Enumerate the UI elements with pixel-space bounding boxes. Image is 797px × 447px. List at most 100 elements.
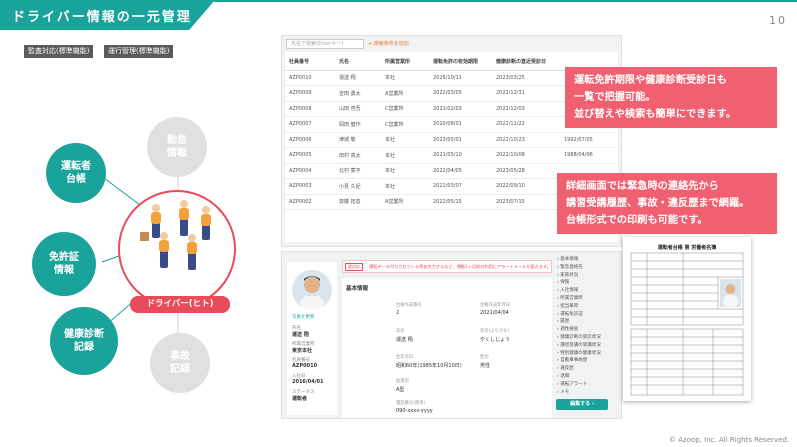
field-value-kana: やくしじょう xyxy=(480,337,511,343)
field-label-blood: 血液型 xyxy=(396,379,409,384)
tip-detail-line-1: 詳細画面では緊急時の連絡先から xyxy=(566,181,719,192)
table-cell: 1988/04/06 xyxy=(560,147,600,164)
side-menu-item[interactable]: › 適性検査 xyxy=(557,326,619,334)
field-label-phone: 電話番号(携帯) xyxy=(396,401,426,406)
basic-info-section: 基本情報 台帳作成番号 2 台帳作成年月日 2021/04/04 氏名 運送 翔… xyxy=(342,278,552,418)
side-menu-item[interactable]: › 入社情報 xyxy=(557,287,619,295)
edit-button[interactable]: 編集する › xyxy=(556,399,608,410)
table-cell: 2022/10/23 xyxy=(492,132,560,148)
side-menu-item[interactable]: › 緊急連絡先 xyxy=(557,264,619,272)
node-accident-label: 事故 記録 xyxy=(170,351,190,375)
node-attendance-label: 勤怠 情報 xyxy=(167,135,187,159)
table-row[interactable]: AZP0006 津城 敬本社 2023/05/01 2022/10/23 1992/07… xyxy=(285,132,618,148)
workers-illustration xyxy=(140,200,211,270)
table-row[interactable]: AZP0005 田村 真太 本社 2021/05/10 2022/10/08 1988/0… xyxy=(285,147,618,164)
node-license-label: 免許証 情報 xyxy=(49,252,79,276)
side-menu-item[interactable]: › 担当車両 xyxy=(557,303,619,311)
node-health-check-label: 健康診断 記録 xyxy=(64,329,104,353)
table-cell: 本社 xyxy=(381,163,429,179)
table-cell: AZP0006 xyxy=(285,132,335,148)
tip-list-line-3: 並び替えや検索も簡単にできます。 xyxy=(574,109,736,120)
table-cell: 2023/03/25 xyxy=(492,70,560,86)
table-cell: AZP0009 xyxy=(285,85,335,102)
field-label-ledger-date: 台帳作成年月日 xyxy=(480,303,511,308)
table-cell: 本社 xyxy=(381,178,429,195)
col-office[interactable]: 所属営業所 xyxy=(381,54,429,71)
col-license-expiry[interactable]: 運転免許の有効期限 xyxy=(429,54,492,71)
driver-hub-circle xyxy=(118,190,236,308)
table-cell: 岡田 健作 xyxy=(335,116,381,133)
field-value-birthdate: 昭和60年(1985年10月10日) xyxy=(396,363,462,369)
ledger-photo-icon xyxy=(720,279,741,307)
detail-side-menu: › 基本情報 › 緊急連絡先 › 家族状況 › 保険 › 入社情報 › 所属営業所 › 担当… xyxy=(557,256,619,416)
field-label-name: 氏名 xyxy=(396,329,405,334)
tip-list-callout: 運転免許期限や健康診断受診日も 一覧で把握可能。 並び替えや検索も簡単にできます… xyxy=(565,67,777,128)
table-cell: 2022/10/08 xyxy=(492,147,560,164)
col-name[interactable]: 氏名 xyxy=(335,54,381,71)
ledger-title: 運転者台帳 第 労働者名簿 xyxy=(657,245,717,251)
profile-value-office: 東京本社 xyxy=(292,348,313,354)
table-cell: 2023/05/28 xyxy=(492,163,560,179)
tip-detail-line-3: 台帳形式での印刷も可能です。 xyxy=(566,215,708,226)
side-menu-item[interactable]: › 自動車事故歴 xyxy=(557,357,619,365)
copyright: © Azoop, Inc. All Rights Reserved. xyxy=(669,436,789,444)
field-label-kana: 氏名(ふりがな) xyxy=(480,329,510,334)
table-cell: 2022/12/03 xyxy=(492,101,560,117)
side-menu-item[interactable]: › メモ xyxy=(557,389,619,397)
field-value-gender: 男性 xyxy=(480,363,491,369)
side-menu-item[interactable]: › 健康診断の受診状況 xyxy=(557,334,619,342)
table-cell: 2021/02/03 xyxy=(429,101,492,117)
search-input[interactable]: 氏名で検索(Enterキー) xyxy=(286,39,364,49)
table-cell: 2021/05/10 xyxy=(429,147,492,164)
field-value-ledger-date: 2021/04/04 xyxy=(480,310,509,316)
table-cell: 吉田 勇太 xyxy=(335,85,381,102)
side-menu-item[interactable]: › 退職 xyxy=(557,373,619,381)
person-photo-icon xyxy=(300,276,324,310)
table-cell: AZP0004 xyxy=(285,163,335,179)
table-cell: 2022/11/22 xyxy=(492,116,560,133)
table-cell: 2022/12/31 xyxy=(492,85,560,102)
table-cell: C営業所 xyxy=(381,101,429,117)
side-menu-item[interactable]: › 家族状況 xyxy=(557,272,619,280)
node-attendance: 勤怠 情報 xyxy=(147,117,207,177)
table-cell: 2026/10/11 xyxy=(429,70,492,86)
side-menu-item[interactable]: › 違反歴 xyxy=(557,365,619,373)
table-cell: 2022/09/10 xyxy=(492,178,560,195)
side-menu-item[interactable]: › 運転アラート xyxy=(557,381,619,389)
node-driver-ledger-label: 運転者 台帳 xyxy=(61,161,91,185)
advanced-search-link[interactable]: + 検索条件を追加 xyxy=(368,40,409,47)
table-cell: 2021/03/07 xyxy=(429,178,492,195)
node-health-check: 健康診断 記録 xyxy=(50,307,118,375)
side-menu-item[interactable]: › 保険 xyxy=(557,279,619,287)
field-label-birthdate: 生年月日 xyxy=(396,355,414,360)
alert-tag: 要対応 xyxy=(345,263,363,271)
table-cell: 齋藤 拓善 xyxy=(335,194,381,210)
side-menu-item[interactable]: › 所属営業所 xyxy=(557,295,619,303)
table-cell: AZP0008 xyxy=(285,101,335,117)
side-menu-item[interactable]: › 特別健康の健康状況 xyxy=(557,350,619,358)
col-employee-id[interactable]: 社員番号 xyxy=(285,54,335,71)
table-cell xyxy=(600,147,618,164)
table-cell: 田村 真太 xyxy=(335,147,381,164)
ledger-grid-graphic xyxy=(630,252,744,396)
node-license: 免許証 情報 xyxy=(32,232,96,296)
alert-banner: 要対応 運転データ付与されている等拡大力するなど、運動1ヶ月前の利用にアラートメ… xyxy=(342,260,552,273)
table-cell: 2022/05/15 xyxy=(429,194,492,210)
table-cell: AZP0007 xyxy=(285,116,335,133)
update-photo-link[interactable]: 写真を更新 xyxy=(292,314,315,320)
profile-card: 写真を更新 氏名 運送 翔 所属営業所 東京本社 社員番号 AZP0010 入社… xyxy=(287,262,337,415)
col-health-check[interactable]: 健康診断の直近受診日 xyxy=(492,54,560,71)
node-driver-ledger: 運転者 台帳 xyxy=(46,143,106,203)
side-menu-item[interactable]: › 講習受講の受講状況 xyxy=(557,342,619,350)
printed-ledger-document: 運転者台帳 第 労働者名簿 xyxy=(623,237,751,401)
employee-detail-screenshot: 写真を更新 氏名 運送 翔 所属営業所 東京本社 社員番号 AZP0010 入社… xyxy=(281,251,622,419)
side-menu-item[interactable]: › 運転免許証 xyxy=(557,311,619,319)
side-menu-item[interactable]: › 基本情報 xyxy=(557,256,619,264)
profile-value-status: 運転者 xyxy=(292,396,308,402)
table-cell: AZP0010 xyxy=(285,70,335,86)
side-menu-item[interactable]: › 履歴 xyxy=(557,318,619,326)
table-cell: 2023/05/01 xyxy=(429,132,492,148)
field-value-name: 運送 翔 xyxy=(396,337,413,343)
tip-list-line-1: 運転免許期限や健康診断受診日も xyxy=(574,75,727,86)
table-cell: 小見 久紀 xyxy=(335,178,381,195)
